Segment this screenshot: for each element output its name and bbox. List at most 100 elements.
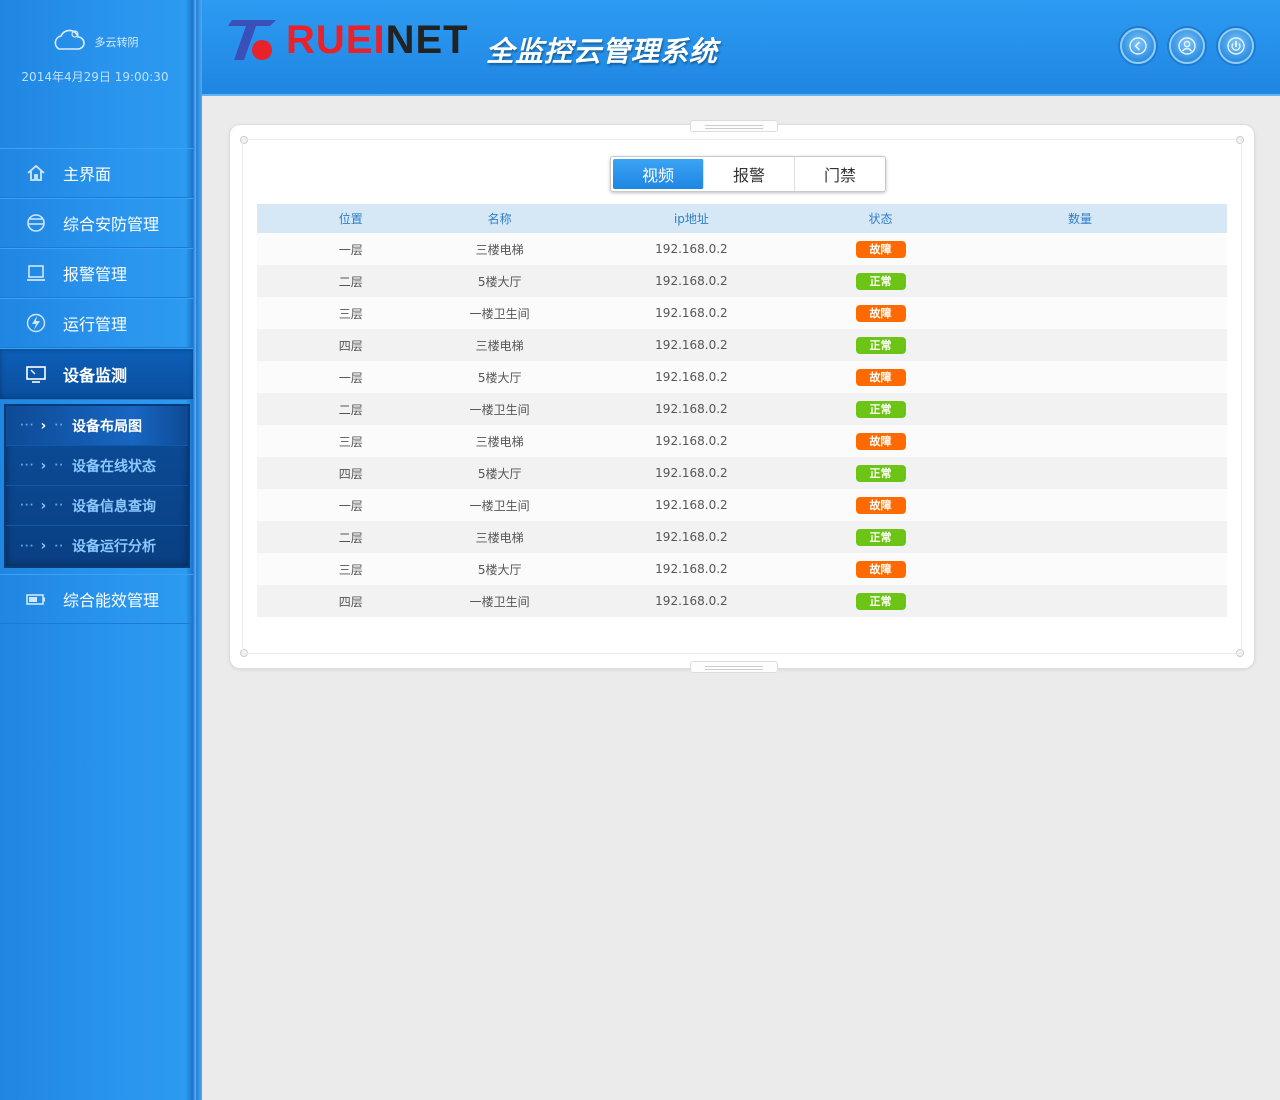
cell-quantity [933,233,1227,265]
nav-item-energy[interactable]: 综合能效管理 [0,574,194,624]
user-button[interactable] [1169,28,1205,64]
table-row[interactable]: 三层 一楼卫生间 192.168.0.2 故障 [257,297,1227,329]
cell-name: 一楼卫生间 [444,585,555,617]
datetime: 2014年4月29日 19:00:30 [21,70,169,84]
back-icon [1129,37,1147,55]
cell-location: 四层 [257,457,445,489]
tab-video[interactable]: 视频 [613,159,704,189]
cell-name: 5楼大厅 [444,361,555,393]
cell-location: 二层 [257,521,445,553]
table-row[interactable]: 四层 一楼卫生间 192.168.0.2 正常 [257,585,1227,617]
tab-alarm[interactable]: 报警 [704,157,795,191]
cell-ip: 192.168.0.2 [554,489,828,521]
table-row[interactable]: 四层 三楼电梯 192.168.0.2 正常 [257,329,1227,361]
tab-bar: 视频 报警 门禁 [610,156,886,192]
lightning-icon [26,313,46,333]
submenu-item-run-analysis[interactable]: ··· › ·· 设备运行分析 [6,526,188,566]
cell-location: 四层 [257,585,445,617]
nav-item-security[interactable]: 综合安防管理 [0,198,194,248]
cell-location: 三层 [257,425,445,457]
cell-status: 正常 [827,585,934,617]
dots-decoration: ·· [54,500,65,511]
cloud-icon [51,28,86,56]
table-row[interactable]: 二层 5楼大厅 192.168.0.2 正常 [257,265,1227,297]
logo-text: RUEINET [286,18,469,63]
cell-ip: 192.168.0.2 [554,361,828,393]
submenu-item-layout[interactable]: ··· › ·· 设备布局图 [6,406,188,446]
cell-location: 二层 [257,265,445,297]
back-button[interactable] [1120,28,1156,64]
table-row[interactable]: 二层 三楼电梯 192.168.0.2 正常 [257,521,1227,553]
cell-quantity [933,521,1227,553]
submenu-label-info-query: 设备信息查询 [72,498,157,515]
cell-status: 正常 [827,393,934,425]
table-row[interactable]: 三层 三楼电梯 192.168.0.2 故障 [257,425,1227,457]
cell-ip: 192.168.0.2 [554,425,828,457]
status-badge: 正常 [855,528,906,546]
nav-item-alarm[interactable]: 报警管理 [0,248,194,298]
status-badge: 故障 [855,560,906,578]
laptop-icon [26,263,46,283]
submenu-label-run-analysis: 设备运行分析 [72,539,157,555]
submenu-item-info-query[interactable]: ··· › ·· 设备信息查询 [6,486,188,526]
cell-ip: 192.168.0.2 [554,233,828,265]
nav-item-device-monitor[interactable]: 设备监测 [0,348,194,400]
cell-status: 正常 [827,329,934,361]
cell-status: 正常 [827,457,934,489]
device-submenu: ··· › ·· 设备布局图 ··· › ·· 设备在线状态 ··· › ·· … [4,404,190,568]
status-badge: 故障 [855,496,906,514]
cell-location: 一层 [257,489,445,521]
table-body: 一层 三楼电梯 192.168.0.2 故障 二层 5楼大厅 192.168.0.2 正常 三层… [257,233,1227,617]
column-header-ip: ip地址 [554,204,828,233]
table-row[interactable]: 二层 一楼卫生间 192.168.0.2 正常 [257,393,1227,425]
table-header-row: 位置 名称 ip地址 状态 数量 [257,204,1227,233]
cell-ip: 192.168.0.2 [554,265,828,297]
cell-ip: 192.168.0.2 [554,553,828,585]
weather-widget: 多云转阴 [0,28,190,56]
table-row[interactable]: 一层 一楼卫生间 192.168.0.2 故障 [257,489,1227,521]
cell-quantity [933,425,1227,457]
cell-quantity [933,553,1227,585]
status-badge: 故障 [855,240,906,258]
cell-status: 故障 [827,425,934,457]
power-button[interactable] [1218,28,1254,64]
table-row[interactable]: 一层 三楼电梯 192.168.0.2 故障 [257,233,1227,265]
cell-name: 5楼大厅 [444,457,555,489]
submenu-item-online-status[interactable]: ··· › ·· 设备在线状态 [6,446,188,486]
cell-name: 一楼卫生间 [444,489,555,521]
tab-access-control[interactable]: 门禁 [795,157,885,191]
cell-ip: 192.168.0.2 [554,585,828,617]
cell-name: 一楼卫生间 [444,393,555,425]
nav-menu: 主界面 综合安防管理 报警管理 运行管理 设备监测 ··· › ·· 设备布局图 [0,148,194,624]
dots-decoration: ··· [20,500,35,511]
table-row[interactable]: 一层 5楼大厅 192.168.0.2 故障 [257,361,1227,393]
cell-status: 故障 [827,553,934,585]
table-row[interactable]: 四层 5楼大厅 192.168.0.2 正常 [257,457,1227,489]
content-panel: 视频 报警 门禁 位置 名称 ip地址 状态 数量 一层 三楼电梯 192.168.… [230,120,1254,673]
cell-location: 二层 [257,393,445,425]
power-icon [1227,37,1245,55]
nav-label-operation: 运行管理 [63,315,128,334]
status-badge: 故障 [855,432,906,450]
nav-item-operation[interactable]: 运行管理 [0,298,194,348]
status-badge: 正常 [855,464,906,482]
cell-status: 故障 [827,297,934,329]
submenu-label-online-status: 设备在线状态 [72,458,157,475]
sidebar: 多云转阴 2014年4月29日 19:00:30 主界面 综合安防管理 报警管理… [0,0,202,1100]
table-row[interactable]: 三层 5楼大厅 192.168.0.2 故障 [257,553,1227,585]
panel-top-handle [690,120,778,132]
status-badge: 正常 [855,272,906,290]
logo-text-red: RUEI [286,17,386,62]
dots-decoration: ·· [54,460,65,471]
nav-label-security: 综合安防管理 [63,215,160,234]
cell-location: 一层 [257,233,445,265]
cell-name: 5楼大厅 [444,265,555,297]
chevron-right-icon: › [40,538,47,554]
system-title: 全监控云管理系统 [486,35,719,68]
nav-label-energy: 综合能效管理 [63,591,160,610]
cell-ip: 192.168.0.2 [554,457,828,489]
dots-decoration: ··· [20,420,35,431]
logo-text-dark: NET [385,17,469,62]
chevron-right-icon: › [40,417,47,434]
nav-item-home[interactable]: 主界面 [0,148,194,198]
